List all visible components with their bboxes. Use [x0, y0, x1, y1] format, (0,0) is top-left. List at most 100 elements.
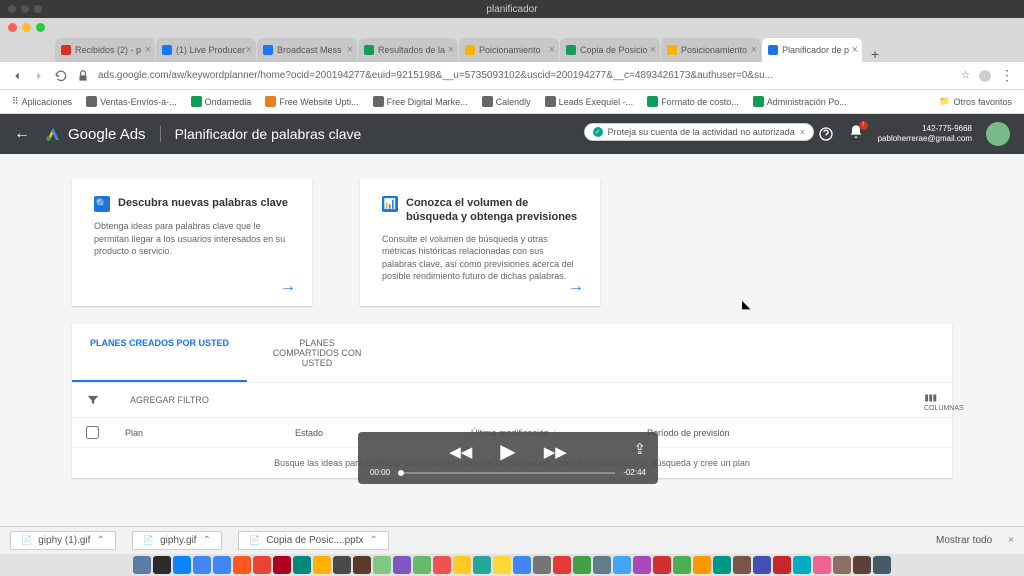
dock-app-icon[interactable] [513, 556, 531, 574]
dock-app-icon[interactable] [853, 556, 871, 574]
dock-app-icon[interactable] [433, 556, 451, 574]
th-plan[interactable]: Plan [125, 426, 295, 439]
download-item[interactable]: 📄giphy (1).gif⌃ [10, 531, 116, 550]
forward-icon[interactable] [32, 69, 46, 83]
dock-app-icon[interactable] [193, 556, 211, 574]
close-tab-icon[interactable]: × [448, 44, 454, 56]
dock-app-icon[interactable] [173, 556, 191, 574]
dock-app-icon[interactable] [733, 556, 751, 574]
dock-app-icon[interactable] [453, 556, 471, 574]
columns-icon[interactable]: COLUMNAS [924, 393, 938, 407]
dock-app-icon[interactable] [713, 556, 731, 574]
dock-app-icon[interactable] [813, 556, 831, 574]
bookmark-item[interactable]: Calendly [482, 96, 531, 107]
bookmark-item[interactable]: Free Website Upti... [265, 96, 358, 107]
seek-bar[interactable] [398, 472, 615, 474]
dock-app-icon[interactable] [153, 556, 171, 574]
bookmark-item[interactable]: 📁 Otros favoritos [939, 96, 1012, 107]
close-tab-icon[interactable]: × [145, 44, 151, 56]
bookmark-item[interactable]: Ventas-Envíos-a-... [86, 96, 177, 107]
help-icon[interactable] [818, 126, 834, 142]
dock-app-icon[interactable] [753, 556, 771, 574]
back-arrow-icon[interactable]: ← [14, 125, 30, 143]
dock-app-icon[interactable] [133, 556, 151, 574]
dock-app-icon[interactable] [553, 556, 571, 574]
browser-tab[interactable]: Broadcast Mess× [257, 38, 357, 62]
dock-app-icon[interactable] [233, 556, 251, 574]
security-alert-pill[interactable]: ✓ Proteja su cuenta de la actividad no a… [584, 123, 814, 141]
rewind-icon[interactable]: ◀◀ [449, 443, 472, 461]
dock-app-icon[interactable] [613, 556, 631, 574]
browser-tab[interactable]: Resultados de la× [358, 38, 458, 62]
discover-keywords-card[interactable]: 🔍 Descubra nuevas palabras clave Obtenga… [72, 178, 312, 306]
dock-app-icon[interactable] [273, 556, 291, 574]
back-icon[interactable] [10, 69, 24, 83]
video-player-overlay[interactable]: ◀◀ ▶ ▶▶ ⇪ 00:00 -02:44 [358, 432, 658, 484]
dock-app-icon[interactable] [573, 556, 591, 574]
search-volume-card[interactable]: 📊 Conozca el volumen de búsqueda y obten… [360, 178, 600, 306]
share-icon[interactable]: ⇪ [633, 440, 646, 458]
dock-app-icon[interactable] [793, 556, 811, 574]
dock-app-icon[interactable] [333, 556, 351, 574]
dock-app-icon[interactable] [533, 556, 551, 574]
new-tab-button[interactable]: + [863, 46, 887, 62]
close-icon[interactable]: × [1008, 535, 1014, 546]
dock-app-icon[interactable] [653, 556, 671, 574]
dock-app-icon[interactable] [593, 556, 611, 574]
dock-app-icon[interactable] [213, 556, 231, 574]
menu-icon[interactable]: ⋮ [1000, 67, 1014, 84]
dock-app-icon[interactable] [293, 556, 311, 574]
play-icon[interactable]: ▶ [500, 439, 515, 464]
profile-icon[interactable] [978, 69, 992, 83]
download-item[interactable]: 📄Copia de Posic....pptx⌃ [238, 531, 389, 550]
tab-my-plans[interactable]: PLANES CREADOS POR USTED [72, 324, 247, 382]
star-icon[interactable]: ☆ [961, 70, 970, 81]
dock-app-icon[interactable] [393, 556, 411, 574]
th-prevision[interactable]: Período de previsión [647, 426, 730, 439]
close-window-button[interactable] [8, 23, 17, 32]
dock-app-icon[interactable] [373, 556, 391, 574]
dock-app-icon[interactable] [313, 556, 331, 574]
close-tab-icon[interactable]: × [751, 44, 757, 56]
reload-icon[interactable] [54, 69, 68, 83]
bookmark-item[interactable]: Formato de costo... [647, 96, 739, 107]
dock-app-icon[interactable] [673, 556, 691, 574]
download-item[interactable]: 📄giphy.gif⌃ [132, 531, 222, 550]
close-tab-icon[interactable]: × [549, 44, 555, 56]
minimize-window-button[interactable] [22, 23, 31, 32]
dock-app-icon[interactable] [473, 556, 491, 574]
close-icon[interactable]: × [800, 127, 805, 137]
google-ads-logo[interactable]: Google Ads [44, 125, 146, 143]
dock-app-icon[interactable] [633, 556, 651, 574]
browser-tab[interactable]: Posicionamiento× [661, 38, 761, 62]
browser-tab[interactable]: (1) Live Producer× [156, 38, 256, 62]
browser-tab[interactable]: Poicionamiento× [459, 38, 559, 62]
dock-app-icon[interactable] [493, 556, 511, 574]
notifications-icon[interactable]: ! [848, 124, 864, 145]
select-all-checkbox[interactable] [86, 426, 99, 439]
close-tab-icon[interactable]: × [246, 44, 252, 56]
dock-app-icon[interactable] [833, 556, 851, 574]
forward-icon[interactable]: ▶▶ [544, 443, 567, 461]
maximize-window-button[interactable] [36, 23, 45, 32]
bookmark-item[interactable]: Administración Po... [753, 96, 847, 107]
tab-shared-plans[interactable]: PLANES COMPARTIDOS CON USTED [247, 324, 387, 382]
dock-app-icon[interactable] [773, 556, 791, 574]
browser-tab[interactable]: Copia de Posicio× [560, 38, 660, 62]
bookmark-item[interactable]: Free Digital Marke... [373, 96, 468, 107]
close-tab-icon[interactable]: × [650, 44, 656, 56]
close-tab-icon[interactable]: × [347, 44, 353, 56]
show-all-downloads[interactable]: Mostrar todo [936, 535, 992, 546]
dock-app-icon[interactable] [693, 556, 711, 574]
avatar[interactable] [986, 122, 1010, 146]
bookmark-item[interactable]: Ondamedia [191, 96, 252, 107]
add-filter-button[interactable]: AGREGAR FILTRO [130, 395, 894, 405]
browser-tab[interactable]: Planificador de p× [762, 38, 862, 62]
filter-icon[interactable] [86, 393, 100, 407]
close-tab-icon[interactable]: × [852, 44, 858, 56]
bookmark-item[interactable]: Leads Exequiel -... [545, 96, 634, 107]
url-text[interactable]: ads.google.com/aw/keywordplanner/home?oc… [98, 70, 953, 81]
dock-app-icon[interactable] [873, 556, 891, 574]
bookmark-item[interactable]: ⠿ Aplicaciones [12, 96, 72, 107]
dock-app-icon[interactable] [413, 556, 431, 574]
